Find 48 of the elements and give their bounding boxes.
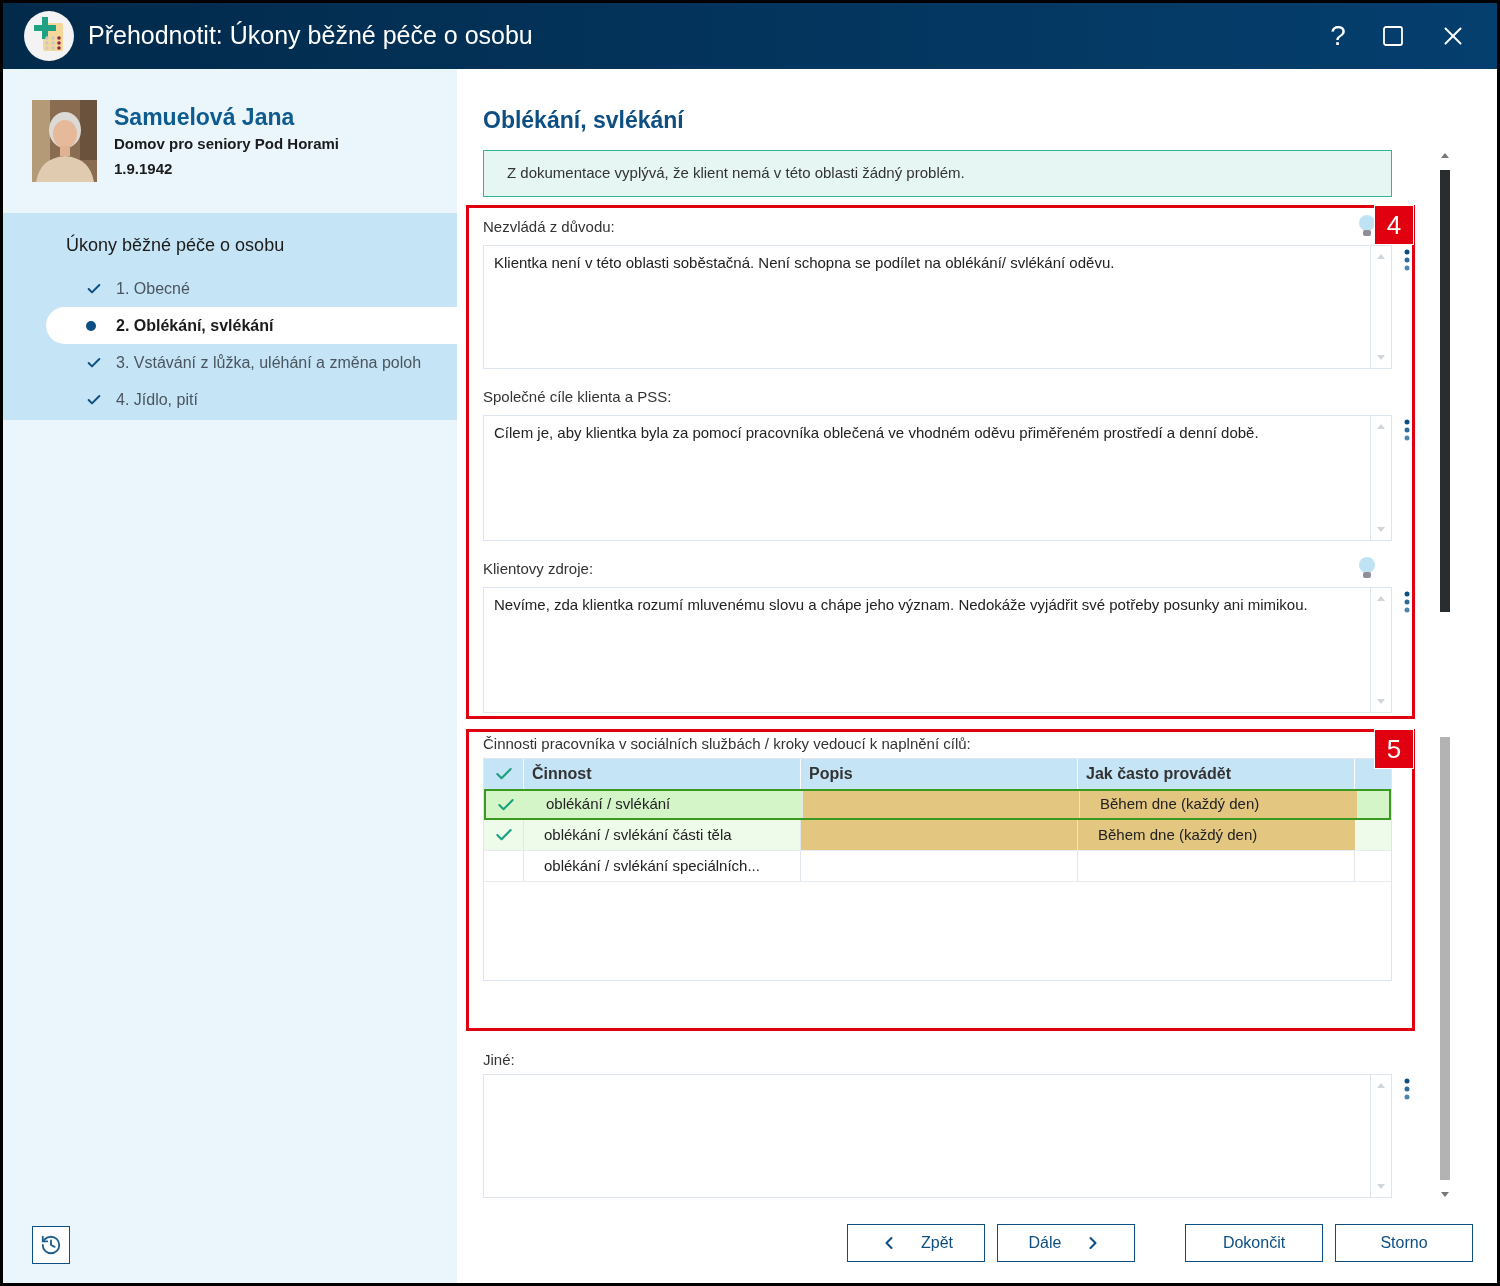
action-button[interactable]: Storno: [1335, 1224, 1473, 1262]
nav-title: Úkony běžné péče o osobu: [65, 233, 286, 257]
callout-badge: 5: [1374, 729, 1414, 769]
next-button[interactable]: Dále: [997, 1224, 1135, 1262]
table-cell: oblékání / svlékání speciálních...: [524, 851, 801, 881]
table-row[interactable]: oblékání / svlékání speciálních...: [484, 851, 1391, 882]
history-icon: [40, 1234, 62, 1256]
more-options-icon[interactable]: [1404, 249, 1410, 271]
scrollbar-thumb[interactable]: [1440, 170, 1450, 612]
field-label: Jiné:: [483, 1049, 516, 1070]
app-logo-icon: [24, 11, 74, 61]
more-options-icon[interactable]: [1404, 419, 1410, 441]
facility-name: Domov pro seniory Pod Horami: [114, 134, 340, 154]
field-label: Klientovy zdroje:: [483, 558, 595, 579]
lightbulb-icon[interactable]: [1358, 215, 1376, 239]
field-text: Cílem je, aby klientka byla za pomocí pracovníka oblečená ve vhodném oděvu přiměřeném prostředí a denní době.: [494, 424, 1259, 441]
back-button[interactable]: Zpět: [847, 1224, 985, 1262]
field-label: Společné cíle klienta a PSS:: [483, 386, 673, 407]
scroll-down-icon[interactable]: [1441, 1192, 1449, 1197]
more-options-icon[interactable]: [1404, 591, 1410, 613]
bullet-icon: [86, 320, 96, 331]
scroll-up-icon[interactable]: [1441, 153, 1449, 158]
scrollbar-track[interactable]: [1439, 153, 1451, 1197]
lightbulb-icon[interactable]: [1358, 557, 1376, 581]
action-button[interactable]: Dokončit: [1185, 1224, 1323, 1262]
help-button[interactable]: ?: [1313, 16, 1363, 56]
table-cell-text: Během dne (každý den): [1100, 794, 1260, 815]
table-cell-text: Během dne (každý den): [1098, 824, 1258, 845]
info-banner: Z dokumentace vyplývá, že klient nemá v této oblasti žádný problém.: [483, 150, 1392, 197]
field-text: Nevíme, zda klientka rozumí mluvenému slovu a chápe jeho význam. Nedokáže vyjádřit své potřeby posunky ani mimikou.: [494, 596, 1308, 613]
maximize-icon: [1381, 24, 1405, 48]
client-name: Samuelová Jana: [114, 103, 296, 132]
scrollbar-thumb[interactable]: [1440, 737, 1450, 1180]
section-title: Oblékání, svlékání: [482, 106, 686, 135]
callout-badge: 4: [1374, 205, 1414, 245]
nav-item[interactable]: 2. Oblékání, svlékání: [46, 307, 457, 344]
window-title: Přehodnotit: Úkony běžné péče o osobu: [88, 20, 534, 52]
table-label: Činnosti pracovníka v sociálních službách / kroky vedoucí k naplnění cílů:: [483, 733, 972, 754]
birth-date: 1.9.1942: [114, 159, 174, 179]
table-row[interactable]: oblékání / svlékání Během dne (každý den): [484, 789, 1391, 820]
history-button[interactable]: [32, 1226, 70, 1264]
nav-item[interactable]: 4. Jídlo, pití: [46, 381, 457, 418]
field-text: Klientka není v této oblasti soběstačná. Není schopna se podílet na oblékání/ svlékání oděvu.: [494, 254, 1115, 271]
more-options-icon[interactable]: [1404, 1078, 1410, 1100]
field-label: Nezvládá z důvodu:: [483, 216, 616, 237]
nav-item[interactable]: 1. Obecné: [46, 270, 457, 307]
table-row[interactable]: oblékání / svlékání části těla Během dne (každý den): [484, 820, 1391, 851]
nav-item[interactable]: 3. Vstávání z lůžka, uléhání a změna poloh: [46, 344, 457, 381]
